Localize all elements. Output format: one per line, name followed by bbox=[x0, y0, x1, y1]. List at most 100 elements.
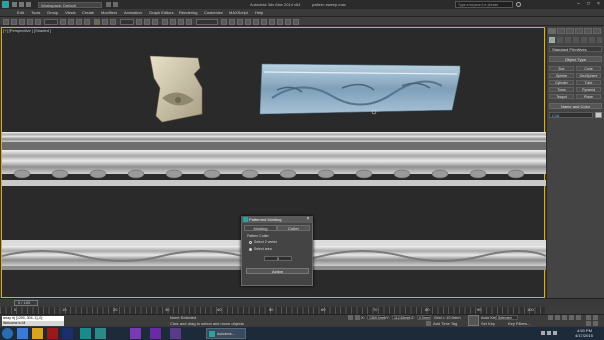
modify-tab-icon[interactable] bbox=[557, 28, 565, 34]
rendered-frame-icon[interactable] bbox=[285, 19, 291, 25]
next-frame-icon[interactable] bbox=[569, 315, 574, 320]
shapes-icon[interactable] bbox=[557, 37, 563, 43]
time-slider-handle[interactable] bbox=[14, 300, 38, 306]
menu-customize[interactable]: Customize bbox=[204, 10, 223, 15]
selection-filter-dropdown[interactable] bbox=[44, 19, 58, 25]
lock-selection-icon[interactable] bbox=[348, 315, 353, 320]
clock-date[interactable]: 4/17/2015 bbox=[575, 333, 593, 338]
ie-icon[interactable] bbox=[17, 328, 28, 339]
time-slider[interactable]: 0 / 100 bbox=[0, 298, 604, 307]
key-filters-button[interactable]: Key Filters... bbox=[508, 321, 530, 326]
spinner-snap-icon[interactable] bbox=[186, 19, 192, 25]
workspace-dropdown[interactable]: Workspace: Default bbox=[38, 2, 102, 8]
max-icon[interactable] bbox=[80, 328, 91, 339]
menu-modifiers[interactable]: Modifiers bbox=[101, 10, 117, 15]
name-color-rollout[interactable]: Name and Color bbox=[549, 103, 602, 109]
link-icon[interactable] bbox=[19, 19, 25, 25]
align-icon[interactable] bbox=[229, 19, 235, 25]
menu-rendering[interactable]: Rendering bbox=[179, 10, 197, 15]
teapot-button[interactable]: Teapot bbox=[549, 94, 574, 99]
dialog-close-icon[interactable]: × bbox=[305, 217, 311, 222]
action-button[interactable]: Action bbox=[246, 268, 309, 274]
percent-snap-icon[interactable] bbox=[178, 19, 184, 25]
app-logo-icon[interactable] bbox=[2, 1, 9, 8]
orbit-icon[interactable] bbox=[586, 321, 591, 326]
z-coordinate-field[interactable]: 0.0mm bbox=[417, 315, 431, 320]
geometry-icon[interactable] bbox=[549, 37, 555, 43]
close-icon[interactable]: × bbox=[594, 1, 603, 8]
create-tab-icon[interactable] bbox=[548, 28, 556, 34]
search-field[interactable]: Type a keyword or phrase bbox=[455, 1, 513, 8]
schematic-view-icon[interactable] bbox=[261, 19, 267, 25]
tab-cutter[interactable]: Cutter bbox=[277, 225, 310, 231]
menu-edit[interactable]: Edit bbox=[17, 10, 24, 15]
rotate-icon[interactable] bbox=[102, 19, 108, 25]
geosphere-button[interactable]: GeoSphere bbox=[576, 73, 601, 78]
toolbar-icon[interactable] bbox=[106, 2, 111, 7]
visual-studio-icon[interactable] bbox=[150, 328, 161, 339]
go-to-start-icon[interactable] bbox=[548, 315, 553, 320]
space-warps-icon[interactable] bbox=[589, 37, 595, 43]
cone-button[interactable]: Cone bbox=[576, 66, 601, 71]
tube-button[interactable]: Tube bbox=[576, 80, 601, 85]
object-name-field[interactable]: C16 bbox=[549, 112, 593, 118]
set-key-button[interactable]: Set Key bbox=[481, 321, 495, 326]
select-by-name-icon[interactable] bbox=[68, 19, 74, 25]
menu-tools[interactable]: Tools bbox=[31, 10, 40, 15]
select-manipulate-icon[interactable] bbox=[144, 19, 150, 25]
lights-icon[interactable] bbox=[565, 37, 571, 43]
move-icon[interactable] bbox=[94, 19, 100, 25]
curve-editor-icon[interactable] bbox=[253, 19, 259, 25]
add-time-tag-icon[interactable] bbox=[426, 321, 431, 326]
zoom-icon[interactable] bbox=[586, 315, 591, 320]
acrobat-icon[interactable] bbox=[47, 328, 58, 339]
quick-access-icon[interactable] bbox=[19, 2, 24, 7]
keyboard-shortcut-icon[interactable] bbox=[152, 19, 158, 25]
app-icon[interactable] bbox=[170, 328, 181, 339]
volume-icon[interactable] bbox=[553, 331, 557, 335]
maxscript-output-field[interactable]: Welcome to M bbox=[2, 321, 64, 326]
scale-icon[interactable] bbox=[110, 19, 116, 25]
option-select-area-radio[interactable] bbox=[249, 248, 252, 251]
pan-icon[interactable] bbox=[593, 315, 598, 320]
render-setup-icon[interactable] bbox=[277, 19, 283, 25]
mirror-icon[interactable] bbox=[221, 19, 227, 25]
cylinder-button[interactable]: Cylinder bbox=[549, 80, 574, 85]
selection-region-icon[interactable] bbox=[76, 19, 82, 25]
ribbon-toggle-icon[interactable] bbox=[245, 19, 251, 25]
reference-coord-dropdown[interactable] bbox=[120, 19, 134, 25]
menu-create[interactable]: Create bbox=[82, 10, 94, 15]
x-coordinate-field[interactable]: 1369.0mm bbox=[367, 315, 386, 320]
maximize-icon[interactable]: □ bbox=[584, 1, 593, 8]
absolute-mode-icon[interactable] bbox=[355, 315, 360, 320]
menu-animation[interactable]: Animation bbox=[124, 10, 142, 15]
y-coordinate-field[interactable]: 112.65mm bbox=[392, 315, 410, 320]
layer-explorer-icon[interactable] bbox=[237, 19, 243, 25]
network-icon[interactable] bbox=[547, 331, 551, 335]
menu-graph-editors[interactable]: Graph Editors bbox=[149, 10, 174, 15]
tab-molding[interactable]: Molding bbox=[244, 225, 277, 231]
render-production-icon[interactable] bbox=[293, 19, 299, 25]
maximize-viewport-icon[interactable] bbox=[593, 321, 598, 326]
named-selection-dropdown[interactable] bbox=[196, 19, 218, 25]
max-icon[interactable] bbox=[95, 328, 106, 339]
auto-key-button[interactable]: Auto Key bbox=[481, 315, 497, 320]
window-crossing-icon[interactable] bbox=[84, 19, 90, 25]
hierarchy-tab-icon[interactable] bbox=[566, 28, 574, 34]
add-time-tag[interactable]: Add Time Tag bbox=[433, 321, 457, 326]
select-object-icon[interactable] bbox=[60, 19, 66, 25]
set-key-icon[interactable] bbox=[468, 315, 479, 326]
torus-button[interactable]: Torus bbox=[549, 87, 574, 92]
cameras-icon[interactable] bbox=[573, 37, 579, 43]
plane-button[interactable]: Plane bbox=[576, 94, 601, 99]
option-select-2-vertex-radio[interactable] bbox=[249, 241, 252, 244]
previous-frame-icon[interactable] bbox=[555, 315, 560, 320]
angle-snap-icon[interactable] bbox=[170, 19, 176, 25]
toolbar-icon[interactable] bbox=[113, 2, 118, 7]
snap-toggle-icon[interactable] bbox=[162, 19, 168, 25]
go-to-end-icon[interactable] bbox=[576, 315, 581, 320]
play-icon[interactable] bbox=[562, 315, 567, 320]
unlink-icon[interactable] bbox=[27, 19, 33, 25]
cutter-value-spinner[interactable]: 0 bbox=[264, 256, 292, 261]
explorer-icon[interactable] bbox=[32, 328, 43, 339]
